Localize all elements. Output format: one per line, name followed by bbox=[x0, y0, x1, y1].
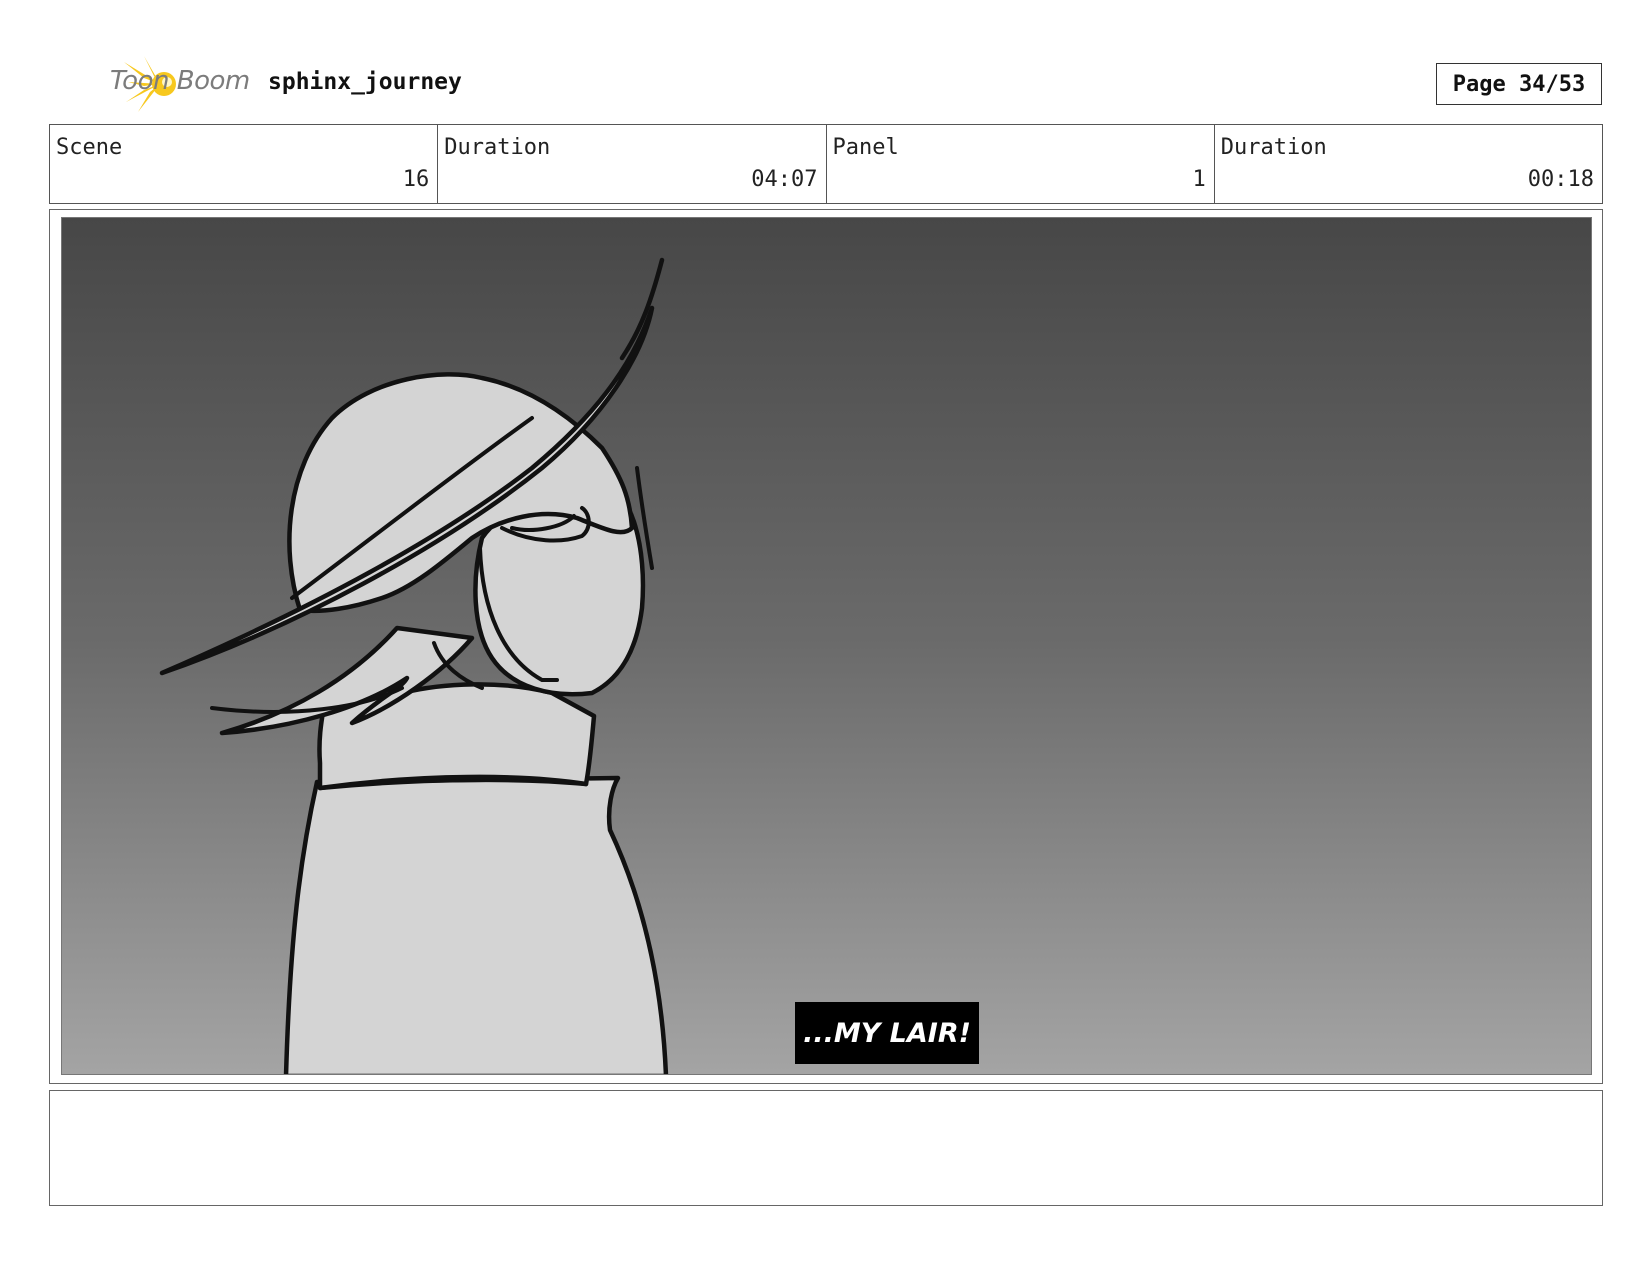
panel-value: 1 bbox=[1192, 167, 1206, 192]
scene-label: Scene bbox=[56, 135, 123, 160]
logo-text: Toon Boom bbox=[110, 66, 250, 96]
panel-image: ...MY LAIR! bbox=[61, 217, 1592, 1075]
panel-duration-label: Duration bbox=[1220, 135, 1327, 160]
panel-duration-cell: Duration 00:18 bbox=[1215, 125, 1602, 203]
scene-cell: Scene 16 bbox=[50, 125, 439, 203]
panel-duration-value: 00:18 bbox=[1527, 167, 1594, 192]
scene-value: 16 bbox=[402, 167, 430, 192]
info-row: Scene 16 Duration 04:07 Panel 1 Duration… bbox=[49, 124, 1603, 204]
character-sketch bbox=[159, 257, 669, 1074]
scene-duration-value: 04:07 bbox=[751, 167, 818, 192]
scene-duration-label: Duration bbox=[444, 135, 551, 160]
page-indicator: Page 34/53 bbox=[1436, 63, 1602, 105]
notes-box bbox=[49, 1090, 1603, 1206]
panel-caption: ...MY LAIR! bbox=[795, 1002, 979, 1064]
panel-cell: Panel 1 bbox=[827, 125, 1215, 203]
panel-label: Panel bbox=[832, 135, 899, 160]
scene-duration-cell: Duration 04:07 bbox=[438, 125, 827, 203]
project-title: sphinx_journey bbox=[268, 69, 462, 95]
